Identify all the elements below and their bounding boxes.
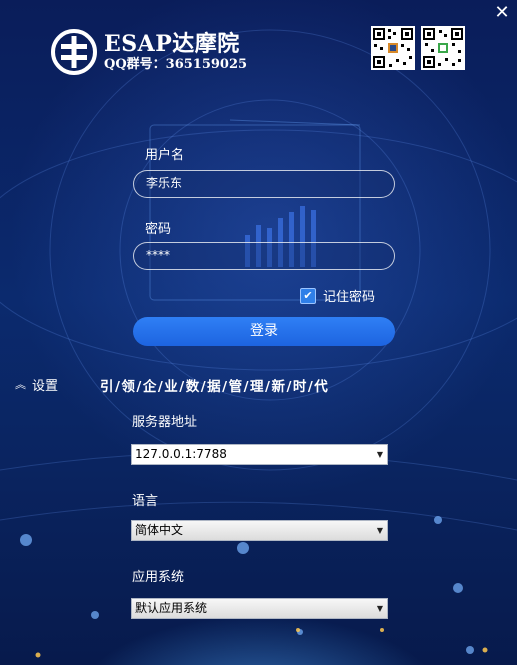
server-address-select[interactable]: 127.0.0.1:7788 ▼	[131, 444, 388, 465]
remember-checkbox[interactable]: ✔	[300, 287, 316, 304]
esap-logo-icon	[51, 29, 97, 75]
password-label: 密码	[145, 222, 172, 237]
server-value: 127.0.0.1:7788	[135, 447, 227, 461]
login-button[interactable]: 登录	[133, 317, 395, 346]
settings-toggle[interactable]: ︽ 设置	[15, 375, 58, 394]
app-system-label: 应用系统	[132, 570, 185, 585]
app-system-select[interactable]: 默认应用系统 ▼	[131, 598, 388, 619]
language-label: 语言	[132, 494, 159, 509]
username-field[interactable]: 李乐东	[133, 170, 395, 198]
check-icon: ✔	[303, 289, 313, 302]
slogan: 引/领/企/业/数/据/管/理/新/时/代	[100, 379, 330, 395]
password-field[interactable]: ****	[133, 242, 395, 270]
chevron-up-icon: ︽	[15, 377, 26, 391]
language-select[interactable]: 简体中文 ▼	[131, 520, 388, 541]
username-label: 用户名	[145, 148, 185, 163]
qq-group-number: QQ群号：365159025	[104, 57, 248, 72]
app-system-value: 默认应用系统	[135, 601, 208, 615]
dropdown-arrow-icon: ▼	[376, 526, 383, 535]
close-icon[interactable]: ✕	[493, 4, 511, 22]
qr-code-icon	[371, 26, 415, 70]
logo: ESAP达摩院 QQ群号：365159025	[50, 28, 247, 76]
dropdown-arrow-icon: ▼	[376, 450, 383, 459]
remember-password[interactable]: ✔ 记住密码	[300, 286, 375, 305]
settings-label: 设置	[32, 379, 59, 394]
remember-label: 记住密码	[323, 290, 376, 305]
server-label: 服务器地址	[132, 415, 198, 430]
qr-code-icon	[421, 26, 465, 70]
language-value: 简体中文	[135, 523, 184, 537]
dropdown-arrow-icon: ▼	[376, 604, 383, 613]
logo-title: ESAP达摩院	[104, 31, 240, 57]
